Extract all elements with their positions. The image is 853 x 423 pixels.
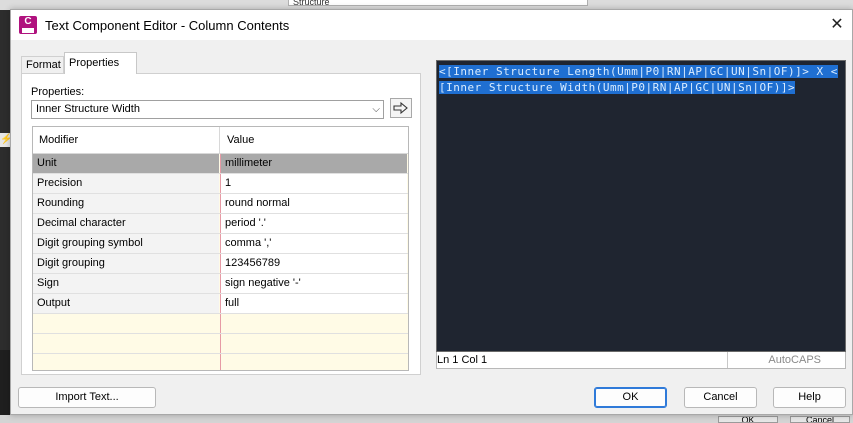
value-cell[interactable]: millimeter bbox=[220, 154, 407, 173]
close-button[interactable]: ✕ bbox=[826, 14, 848, 36]
civil3d-app-icon: C bbox=[19, 16, 37, 34]
cursor-position: Ln 1 Col 1 bbox=[437, 354, 488, 366]
background-left-panel: ⚡ bbox=[0, 10, 13, 423]
editor-content[interactable]: <[Inner Structure Length(Umm|P0|RN|AP|GC… bbox=[439, 64, 839, 96]
ok-button[interactable]: OK bbox=[594, 387, 667, 408]
empty-row bbox=[33, 354, 408, 370]
value-cell[interactable]: period '.' bbox=[220, 214, 407, 233]
table-row[interactable]: Precision 1 bbox=[33, 174, 408, 194]
properties-label: Properties: bbox=[31, 86, 85, 98]
background-structure-field: Structure bbox=[288, 0, 588, 6]
table-row[interactable]: Digit grouping symbol comma ',' bbox=[33, 234, 408, 254]
background-button-strip: OK Cancel bbox=[0, 415, 853, 423]
text-component-editor-dialog: C Text Component Editor - Column Content… bbox=[10, 9, 853, 415]
empty-row bbox=[33, 334, 408, 354]
table-row[interactable]: Decimal character period '.' bbox=[33, 214, 408, 234]
text-editor-area[interactable]: <[Inner Structure Length(Umm|P0|RN|AP|GC… bbox=[436, 60, 846, 352]
table-row[interactable]: Rounding round normal bbox=[33, 194, 408, 214]
modifier-cell: Output bbox=[33, 294, 219, 313]
empty-cell bbox=[33, 314, 219, 333]
cancel-button[interactable]: Cancel bbox=[684, 387, 757, 408]
properties-dropdown[interactable]: Inner Structure Width ⌵ bbox=[31, 100, 384, 119]
empty-cell bbox=[220, 354, 407, 370]
modifier-cell: Digit grouping symbol bbox=[33, 234, 219, 253]
insert-arrow-icon bbox=[393, 101, 408, 115]
insert-property-button[interactable] bbox=[390, 98, 412, 118]
value-column-header: Value bbox=[227, 134, 255, 146]
value-cell[interactable]: round normal bbox=[220, 194, 407, 213]
properties-selected-value: Inner Structure Width bbox=[36, 103, 140, 115]
selected-text: <[Inner Structure Length(Umm|P0|RN|AP|GC… bbox=[439, 65, 838, 94]
value-cell[interactable]: sign negative '-' bbox=[220, 274, 407, 293]
autocaps-indicator[interactable]: AutoCAPS bbox=[768, 352, 821, 368]
value-cell[interactable]: 123456789 bbox=[220, 254, 407, 273]
modifier-cell: Precision bbox=[33, 174, 219, 193]
empty-cell bbox=[33, 354, 219, 370]
modifier-cell: Decimal character bbox=[33, 214, 219, 233]
editor-status-bar: Ln 1 Col 1 AutoCAPS bbox=[436, 352, 846, 369]
modifier-cell: Sign bbox=[33, 274, 219, 293]
grid-header: Modifier Value bbox=[33, 127, 408, 154]
table-row[interactable]: Digit grouping 123456789 bbox=[33, 254, 408, 274]
lightning-icon: ⚡ bbox=[0, 133, 13, 147]
tab-format[interactable]: Format bbox=[21, 56, 64, 74]
properties-panel: Properties: Inner Structure Width ⌵ Modi… bbox=[21, 73, 421, 375]
value-cell[interactable]: 1 bbox=[220, 174, 407, 193]
value-cell[interactable]: full bbox=[220, 294, 407, 313]
title-bar[interactable]: C Text Component Editor - Column Content… bbox=[11, 10, 852, 40]
import-text-button[interactable]: Import Text... bbox=[18, 387, 156, 408]
tab-properties[interactable]: Properties bbox=[64, 52, 137, 74]
modifier-cell: Rounding bbox=[33, 194, 219, 213]
empty-cell bbox=[220, 314, 407, 333]
background-ok-button: OK bbox=[718, 416, 778, 423]
chevron-down-icon: ⌵ bbox=[372, 104, 380, 115]
background-cancel-button: Cancel bbox=[790, 416, 850, 423]
table-row[interactable]: Unit millimeter bbox=[33, 154, 408, 174]
window-title: Text Component Editor - Column Contents bbox=[45, 18, 290, 33]
modifier-column-header: Modifier bbox=[39, 134, 79, 146]
table-row[interactable]: Output full bbox=[33, 294, 408, 314]
help-button[interactable]: Help bbox=[773, 387, 846, 408]
background-dark-area bbox=[0, 350, 10, 423]
empty-cell bbox=[33, 334, 219, 353]
modifier-grid: Modifier Value Unit millimeter Precision… bbox=[32, 126, 409, 371]
value-cell[interactable]: comma ',' bbox=[220, 234, 407, 253]
modifier-cell: Digit grouping bbox=[33, 254, 219, 273]
modifier-cell: Unit bbox=[33, 154, 219, 173]
empty-cell bbox=[220, 334, 407, 353]
table-row[interactable]: Sign sign negative '-' bbox=[33, 274, 408, 294]
empty-row bbox=[33, 314, 408, 334]
